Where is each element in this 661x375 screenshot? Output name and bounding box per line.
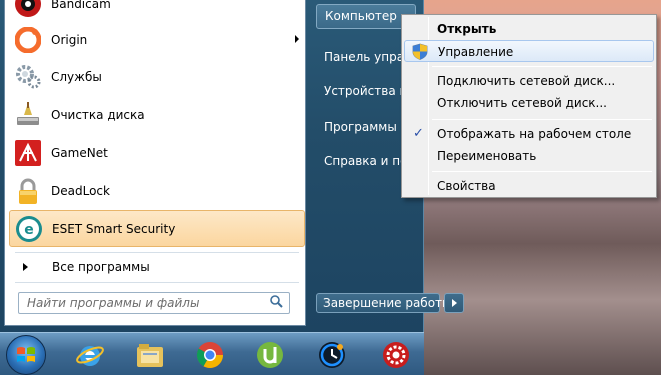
program-label: Origin [51, 32, 88, 47]
bandicam-icon [13, 0, 43, 19]
menu-item-label: Управление [438, 45, 514, 59]
menu-item-show-on-desktop[interactable]: ✓ Отображать на рабочем столе [404, 123, 654, 145]
program-item-deadlock[interactable]: DeadLock [9, 172, 305, 209]
menu-item-map-network-drive[interactable]: Подключить сетевой диск... [404, 70, 654, 92]
menu-separator [432, 119, 652, 120]
context-menu: Открыть Управление Подключить сетевой ди… [401, 14, 657, 198]
lock-icon [13, 176, 43, 206]
menu-separator [432, 66, 652, 67]
gamenet-icon [13, 138, 43, 168]
menu-item-rename[interactable]: Переименовать [404, 145, 654, 167]
search-input[interactable] [27, 296, 247, 310]
submenu-arrow-icon [295, 35, 299, 43]
origin-icon [13, 25, 43, 55]
program-label: Очистка диска [51, 107, 145, 122]
all-programs-label: Все программы [52, 260, 150, 274]
eset-icon: e [14, 214, 44, 244]
taskbar [0, 332, 424, 375]
start-menu: Bandicam Origin Службы Очистка диска Gam… [0, 0, 464, 332]
program-label: Bandicam [51, 0, 111, 11]
program-item-disk-cleanup[interactable]: Очистка диска [9, 96, 305, 133]
file-explorer-icon[interactable] [134, 339, 166, 371]
program-label: GameNet [51, 145, 108, 160]
programs-pane: Bandicam Origin Службы Очистка диска Gam… [4, 0, 306, 326]
program-label: ESET Smart Security [52, 221, 176, 236]
program-item-eset[interactable]: e ESET Smart Security [9, 210, 305, 247]
uac-shield-icon [412, 43, 428, 67]
menu-item-label: Отображать на рабочем столе [437, 127, 632, 141]
checkmark-icon: ✓ [413, 126, 424, 141]
program-label: Службы [51, 69, 102, 84]
menu-item-properties[interactable]: Свойства [404, 175, 654, 197]
program-item-origin[interactable]: Origin [9, 21, 305, 58]
clock-app-icon[interactable] [316, 339, 348, 371]
shutdown-options-button[interactable] [444, 293, 464, 313]
internet-explorer-icon[interactable] [74, 339, 106, 371]
chrome-icon[interactable] [194, 339, 226, 371]
shutdown-button[interactable]: Завершение работы [316, 293, 452, 313]
start-orb-icon[interactable] [6, 335, 46, 375]
program-label: DeadLock [51, 183, 110, 198]
search-box[interactable] [18, 292, 290, 314]
svg-text:e: e [24, 222, 34, 238]
utorrent-icon[interactable] [254, 339, 286, 371]
triangle-right-icon [23, 263, 28, 271]
program-item-bandicam[interactable]: Bandicam [9, 0, 305, 22]
triangle-right-icon [451, 299, 457, 307]
disk-cleanup-icon [13, 100, 43, 130]
search-icon[interactable] [270, 295, 283, 311]
all-programs-button[interactable]: Все программы [9, 255, 305, 279]
divider [15, 252, 299, 253]
menu-item-disconnect-network-drive[interactable]: Отключить сетевой диск... [404, 92, 654, 114]
menu-separator [432, 171, 652, 172]
program-item-gamenet[interactable]: GameNet [9, 134, 305, 171]
menu-item-open[interactable]: Открыть [404, 18, 654, 40]
menu-item-manage[interactable]: Управление [404, 40, 654, 62]
divider [15, 282, 299, 283]
services-gear-icon [13, 62, 43, 92]
program-item-services[interactable]: Службы [9, 58, 305, 95]
red-gear-app-icon[interactable] [380, 339, 412, 371]
